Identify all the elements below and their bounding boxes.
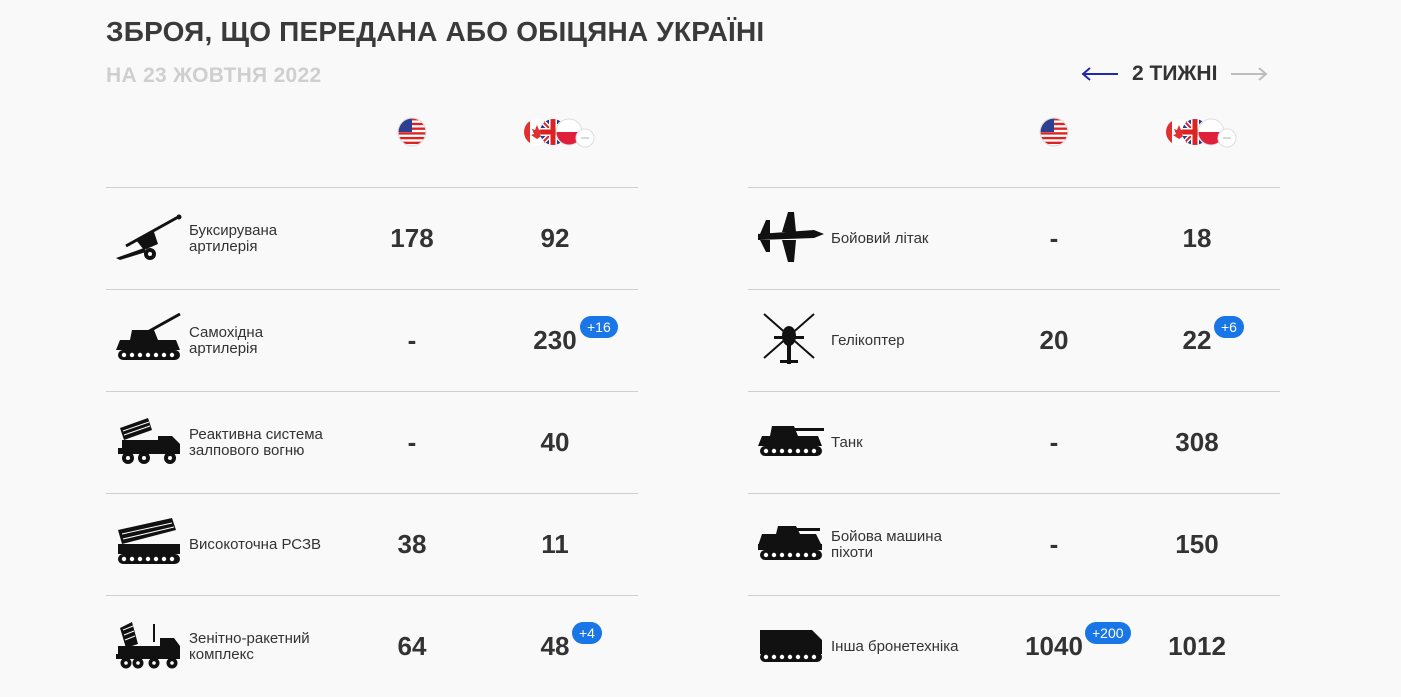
us-delta-badge: +200 [1085,622,1131,644]
table-row: Бойовий літак - 18 [748,187,1280,289]
allies-value: 150 [1175,529,1219,559]
us-value: 178 [390,223,434,253]
fighter-jet-icon [758,212,824,262]
row-label: Самохідна артилерія [189,323,264,357]
table-row: Зенітно-ракетний комплекс 64 48 +4 [106,595,638,697]
row-label: Бойова машина піхоти [831,527,942,561]
allies-value: 40 [540,427,570,457]
table-row: Гелікоптер 20 22 +6 [748,289,1280,391]
us-value: - [407,427,417,457]
row-label: Зенітно-ракетний комплекс [189,629,310,663]
period-label: 2 ТИЖНІ [1132,62,1218,85]
arrow-left-icon[interactable] [1080,66,1120,82]
table-row: Буксирувана артилерія 178 92 [106,187,638,289]
row-label: Інша бронетехніка [831,637,959,655]
us-value: 64 [397,631,427,661]
allies-delta-badge: +6 [1214,316,1244,338]
row-label: Бойовий літак [831,229,929,247]
us-value: - [1049,529,1059,559]
table-row: Реактивна система залпового вогню - 40 [106,391,638,493]
us-value: - [407,325,417,355]
us-value: 1040 [1025,631,1083,661]
allies-value: 18 [1182,223,1212,253]
allies-value: 92 [540,223,570,253]
table-row: Самохідна артилерія - 230 +16 [106,289,638,391]
allies-value: 11 [541,529,569,559]
ifv-icon [758,526,822,560]
mlrs-icon [118,418,180,464]
allies-value: 1012 [1168,631,1226,661]
precision-mlrs-icon [118,518,180,564]
table-row: Танк - 308 [748,391,1280,493]
table-row: Інша бронетехніка 1040 1012 +200 [748,595,1280,697]
allies-value: 22 [1182,325,1212,355]
helicopter-icon [763,313,815,364]
allies-flags-icon [1165,116,1237,148]
usa-flag-icon [1039,116,1069,148]
us-value: 38 [397,529,427,559]
row-label: Високоточна РСЗВ [189,535,322,553]
page-title: ЗБРОЯ, ЩО ПЕРЕДАНА АБО ОБІЦЯНА УКРАЇНІ [106,16,765,47]
table-row: Бойова машина піхоти - 150 [748,493,1280,595]
usa-flag-icon [397,116,427,148]
us-value: - [1049,427,1059,457]
row-label: Буксирувана артилерія [189,221,278,255]
tank-icon [758,426,824,456]
period-navigator: 2 ТИЖНІ [1080,62,1269,86]
towed-artillery-icon [116,214,182,260]
row-label: Реактивна система залпового вогню [189,425,323,459]
row-label: Танк [831,433,863,451]
allies-flags-icon [523,116,595,148]
us-value: - [1049,223,1059,253]
allies-value: 308 [1175,427,1219,457]
allies-delta-badge: +16 [580,316,618,338]
arrow-right-icon[interactable] [1229,66,1269,82]
us-value: 20 [1039,325,1069,355]
row-label: Гелікоптер [831,331,905,349]
self-propelled-artillery-icon [116,312,181,360]
date-subtitle: НА 23 ЖОВТНЯ 2022 [106,64,322,87]
air-defense-icon [116,622,180,669]
table-row: Високоточна РСЗВ 38 11 [106,493,638,595]
allies-value: 48 [540,631,570,661]
allies-delta-badge: +4 [572,622,602,644]
allies-value: 230 [533,325,577,355]
apc-icon [760,630,822,662]
